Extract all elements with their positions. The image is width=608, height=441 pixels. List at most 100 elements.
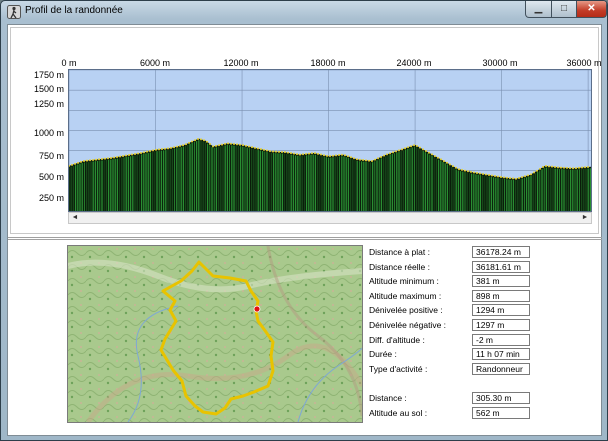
elevation-point: [341, 153, 343, 156]
elevation-point: [563, 166, 565, 169]
elevation-point: [329, 155, 331, 158]
y-tick-label: 1000 m: [33, 128, 64, 138]
x-tick-label: 0 m: [61, 58, 77, 68]
elevation-point: [467, 170, 469, 173]
elevation-point: [416, 145, 418, 148]
elevation-point: [305, 152, 307, 155]
elevation-point: [317, 152, 319, 155]
stat-value: 1297 m: [472, 319, 530, 331]
elevation-point: [194, 139, 196, 142]
elevation-point: [143, 151, 145, 154]
stat-label: Type d'activité :: [369, 363, 428, 374]
elevation-point: [326, 154, 328, 157]
stat-label: Durée :: [369, 349, 397, 360]
elevation-point: [470, 170, 472, 173]
stat-value: Randonneur: [472, 362, 530, 375]
elevation-point: [314, 152, 316, 155]
elevation-point: [554, 166, 556, 169]
elevation-point: [284, 151, 286, 154]
elevation-point: [410, 145, 412, 148]
client-area: 0 m 6000 m 12000 m 18000 m 24000 m 30000 m 360…: [7, 24, 602, 436]
elevation-point: [71, 163, 73, 166]
stat-label: Dénivelée négative :: [369, 320, 447, 330]
elevation-point: [131, 153, 133, 156]
elevation-point: [569, 167, 571, 170]
elevation-point: [128, 154, 130, 157]
elevation-point: [425, 150, 427, 153]
elevation-profile-chart[interactable]: [68, 69, 592, 212]
profile-scrollbar[interactable]: ◄ ►: [68, 212, 592, 224]
elevation-point: [320, 153, 322, 156]
stat-value: 898 m: [472, 289, 530, 302]
elevation-point: [74, 162, 76, 165]
elevation-point: [464, 169, 466, 172]
elevation-point: [89, 159, 91, 162]
elevation-point: [368, 159, 370, 162]
elevation-point: [494, 175, 496, 178]
hiker-app-icon: [7, 5, 21, 19]
elevation-point: [140, 152, 142, 155]
elevation-point: [122, 155, 124, 158]
elevation-point: [401, 148, 403, 151]
elevation-point: [521, 176, 523, 179]
elevation-point: [362, 159, 364, 162]
elevation-point: [245, 144, 247, 147]
scroll-right-icon[interactable]: ►: [579, 213, 591, 223]
elevation-point: [353, 157, 355, 160]
close-button[interactable]: ✕: [576, 1, 607, 18]
elevation-point: [389, 152, 391, 155]
minimize-button[interactable]: ▁: [525, 1, 552, 18]
elevation-point: [455, 166, 457, 169]
elevation-point: [497, 175, 499, 178]
splitter[interactable]: [8, 237, 602, 240]
elevation-point: [356, 158, 358, 161]
maximize-button[interactable]: □: [551, 1, 577, 18]
elevation-point: [212, 145, 214, 148]
elevation-point: [347, 155, 349, 158]
elevation-point: [500, 176, 502, 179]
elevation-point: [515, 177, 517, 180]
stat-label: Dénivelée positive :: [369, 305, 443, 316]
elevation-point: [452, 165, 454, 168]
elevation-point: [509, 177, 511, 180]
elevation-point: [299, 153, 301, 156]
elevation-point: [359, 158, 361, 161]
position-marker-icon: [253, 305, 261, 313]
elevation-point: [296, 153, 298, 156]
maximize-icon: □: [560, 3, 568, 14]
elevation-point: [152, 149, 154, 152]
elevation-point: [395, 150, 397, 153]
elevation-point: [275, 150, 277, 153]
elevation-point: [269, 150, 271, 153]
scroll-left-icon[interactable]: ◄: [69, 213, 81, 223]
elevation-point: [233, 143, 235, 146]
route-map[interactable]: [67, 245, 363, 423]
minimize-icon: ▁: [534, 3, 543, 14]
elevation-point: [176, 145, 178, 148]
elevation-point: [239, 143, 241, 146]
elevation-point: [95, 158, 97, 161]
elevation-point: [371, 159, 373, 162]
elevation-point: [125, 154, 127, 157]
elevation-point: [293, 152, 295, 155]
elevation-point: [167, 147, 169, 150]
stat-value: -2 m: [472, 333, 530, 346]
elevation-point: [98, 158, 100, 161]
cursor-stat-label: Distance :: [369, 393, 407, 403]
elevation-point: [527, 174, 529, 177]
elevation-point: [533, 171, 535, 174]
elevation-point: [101, 157, 103, 160]
elevation-point: [227, 142, 229, 145]
cursor-stat-value: 562 m: [472, 406, 530, 419]
x-tick-label: 36000 m: [566, 58, 602, 68]
elevation-point: [107, 157, 109, 160]
elevation-point: [488, 174, 490, 177]
title-bar[interactable]: Profil de la randonnée ▁ □ ✕: [1, 1, 607, 23]
elevation-point: [200, 138, 202, 141]
elevation-point: [587, 165, 589, 168]
elevation-point: [302, 153, 304, 156]
elevation-point: [545, 165, 547, 168]
elevation-point: [155, 148, 157, 151]
elevation-point: [281, 150, 283, 153]
elevation-point: [119, 155, 121, 158]
